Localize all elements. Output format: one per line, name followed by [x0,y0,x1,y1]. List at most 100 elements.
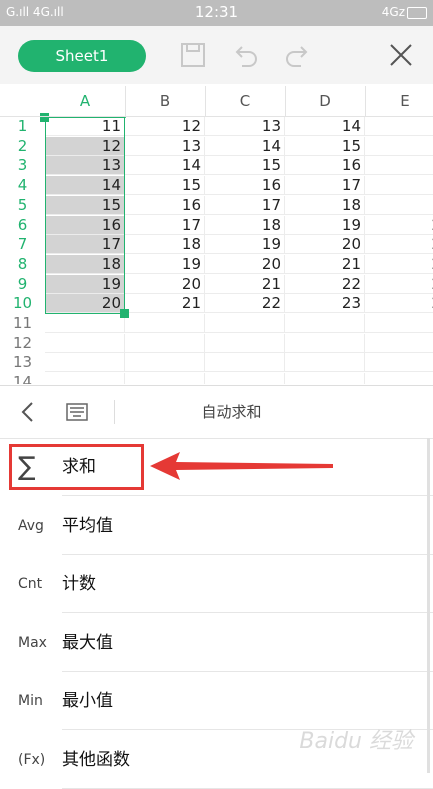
cell-c4[interactable]: 16 [205,176,285,196]
cell-d6[interactable]: 19 [285,215,365,235]
cell-c10[interactable]: 22 [205,294,285,314]
cell-d2[interactable]: 15 [285,136,365,156]
cell-a14[interactable] [45,373,125,384]
cell-d10[interactable]: 23 [285,294,365,314]
column-header-b[interactable]: B [125,86,206,116]
cell-b14[interactable] [125,373,205,384]
function-item-3[interactable]: Max 最大值 [0,614,433,672]
column-header-e[interactable]: E [365,86,433,116]
cell-c14[interactable] [205,373,285,384]
cell-d7[interactable]: 20 [285,235,365,255]
cell-a12[interactable] [45,333,125,353]
row-header-7[interactable]: 7 [0,235,45,254]
function-item-4[interactable]: Min 最小值 [0,672,433,730]
save-icon[interactable] [178,40,208,70]
cell-b11[interactable] [125,314,205,333]
cell-c11[interactable] [205,314,285,333]
cell-b3[interactable]: 14 [125,156,205,176]
scrollbar[interactable] [427,438,430,773]
cell-c12[interactable] [205,333,285,353]
cell-d5[interactable]: 18 [285,195,365,215]
sheet-tab-button[interactable]: Sheet1 [18,40,146,72]
close-icon[interactable] [386,40,416,70]
cell-d3[interactable]: 16 [285,156,365,176]
cell-a7[interactable]: 17 [45,235,125,255]
cell-c7[interactable]: 19 [205,235,285,255]
cell-e12[interactable] [365,334,433,353]
cell-b6[interactable]: 17 [125,215,205,235]
spreadsheet-grid[interactable]: ABCDE11112131412121314151313141516141415… [0,86,433,384]
cell-a11[interactable] [45,314,125,333]
cell-e9[interactable]: 2 [365,275,433,294]
row-header-6[interactable]: 6 [0,216,45,235]
cell-a9[interactable]: 19 [45,274,125,294]
cell-a10[interactable]: 20 [45,294,125,314]
column-header-d[interactable]: D [285,86,366,116]
row-header-12[interactable]: 12 [0,334,45,353]
keyboard-icon[interactable] [66,402,88,422]
cell-b9[interactable]: 20 [125,274,205,294]
cell-c3[interactable]: 15 [205,156,285,176]
redo-icon[interactable] [283,40,313,70]
cell-a4[interactable]: 14 [45,176,125,196]
cell-d14[interactable] [285,373,365,384]
row-header-4[interactable]: 4 [0,176,45,195]
cell-b8[interactable]: 19 [125,254,205,274]
cell-e5[interactable]: 1 [365,196,433,215]
cell-a6[interactable]: 16 [45,215,125,235]
row-header-10[interactable]: 10 [0,294,45,313]
column-header-a[interactable]: A [45,86,126,118]
cell-b1[interactable]: 12 [125,117,205,136]
cell-e14[interactable] [365,373,433,384]
cell-b12[interactable] [125,333,205,353]
cell-a13[interactable] [45,353,125,373]
cell-d13[interactable] [285,353,365,373]
cell-e6[interactable]: 2 [365,216,433,235]
row-header-9[interactable]: 9 [0,275,45,294]
undo-icon[interactable] [230,40,260,70]
cell-b10[interactable]: 21 [125,294,205,314]
cell-e4[interactable]: 1 [365,176,433,196]
cell-c2[interactable]: 14 [205,136,285,156]
cell-a3[interactable]: 13 [45,156,125,176]
selection-handle-start[interactable] [40,113,49,122]
row-header-11[interactable]: 11 [0,314,45,333]
selection-handle-end[interactable] [120,309,129,318]
cell-b7[interactable]: 18 [125,235,205,255]
function-item-2[interactable]: Cnt 计数 [0,555,433,613]
cell-d11[interactable] [285,314,365,333]
cell-c1[interactable]: 13 [205,117,285,136]
cell-d1[interactable]: 14 [285,117,365,136]
cell-e3[interactable]: 1 [365,156,433,176]
cell-e1[interactable]: 1 [365,117,433,136]
cell-c8[interactable]: 20 [205,254,285,274]
cell-b5[interactable]: 16 [125,195,205,215]
cell-e13[interactable] [365,353,433,373]
cell-e7[interactable]: 2 [365,235,433,255]
cell-e11[interactable] [365,314,433,333]
row-header-5[interactable]: 5 [0,196,45,215]
cell-c6[interactable]: 18 [205,215,285,235]
column-header-c[interactable]: C [205,86,286,116]
row-header-8[interactable]: 8 [0,255,45,274]
cell-c13[interactable] [205,353,285,373]
cell-d8[interactable]: 21 [285,254,365,274]
cell-e2[interactable]: 1 [365,137,433,156]
back-arrow-icon[interactable] [20,401,36,423]
row-header-1[interactable]: 1 [0,117,45,136]
row-header-2[interactable]: 2 [0,137,45,156]
cell-b4[interactable]: 15 [125,176,205,196]
cell-b13[interactable] [125,353,205,373]
cell-a1[interactable]: 11 [45,117,125,136]
cell-a2[interactable]: 12 [45,136,125,156]
cell-d12[interactable] [285,333,365,353]
cell-d4[interactable]: 17 [285,176,365,196]
cell-c5[interactable]: 17 [205,195,285,215]
row-header-14[interactable]: 14 [0,373,45,384]
row-header-13[interactable]: 13 [0,353,45,372]
cell-b2[interactable]: 13 [125,136,205,156]
cell-a5[interactable]: 15 [45,195,125,215]
function-item-1[interactable]: Avg 平均值 [0,497,433,555]
cell-c9[interactable]: 21 [205,274,285,294]
cell-e8[interactable]: 2 [365,255,433,274]
